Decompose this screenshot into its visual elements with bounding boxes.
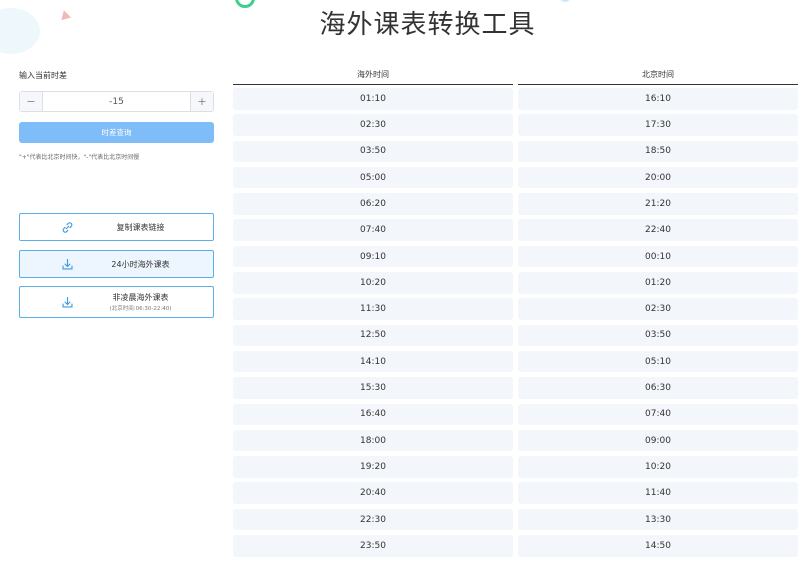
page-title: 海外课表转换工具 xyxy=(319,10,536,40)
overseas-time-cell: 19:20 xyxy=(233,456,513,478)
overseas-time-cell: 16:40 xyxy=(233,403,513,426)
table-row: 05:00 20:00 xyxy=(233,165,798,191)
overseas-time-cell: 23:50 xyxy=(233,535,513,557)
beijing-time-cell: 02:30 xyxy=(518,298,798,320)
table-row: 23:50 14:50 xyxy=(233,533,798,559)
beijing-time-cell: 09:00 xyxy=(518,429,798,452)
header-beijing-time: 北京时间 xyxy=(518,66,798,85)
offset-hint: "+"代表比北京时间快，"-"代表比北京时间慢 xyxy=(19,154,140,161)
table-header: 海外时间 北京时间 xyxy=(233,66,798,85)
table-row: 03:50 18:50 xyxy=(233,139,798,165)
overseas-time-cell: 20:40 xyxy=(233,482,513,504)
download-night-subtitle: (北京时间:06:30-22:40) xyxy=(109,306,172,312)
beijing-time-cell: 05:10 xyxy=(518,350,798,373)
increment-button[interactable]: + xyxy=(190,92,213,111)
beijing-time-cell: 21:20 xyxy=(518,193,798,215)
overseas-time-cell: 06:20 xyxy=(233,193,513,215)
table-row: 16:40 07:40 xyxy=(233,402,798,428)
beijing-time-cell: 18:50 xyxy=(518,140,798,163)
offset-stepper: − + xyxy=(19,91,214,112)
beijing-time-cell: 03:50 xyxy=(518,324,798,347)
table-row: 11:30 02:30 xyxy=(233,296,798,322)
table-row: 06:20 21:20 xyxy=(233,191,798,217)
beijing-time-cell: 20:00 xyxy=(518,166,798,189)
overseas-time-cell: 07:40 xyxy=(233,219,513,241)
beijing-time-cell: 01:20 xyxy=(518,272,798,294)
overseas-time-cell: 10:20 xyxy=(233,272,513,294)
download-24h-label: 24小时海外课表 xyxy=(111,259,170,269)
download-24h-button[interactable]: 24小时海外课表 xyxy=(19,250,214,278)
beijing-time-cell: 11:40 xyxy=(518,482,798,504)
beijing-time-cell: 17:30 xyxy=(518,114,798,136)
overseas-time-cell: 11:30 xyxy=(233,298,513,320)
query-button[interactable]: 时差查询 xyxy=(19,122,214,143)
offset-input[interactable] xyxy=(43,92,190,111)
decorative-dot xyxy=(560,0,570,2)
overseas-time-cell: 14:10 xyxy=(233,350,513,373)
overseas-time-cell: 09:10 xyxy=(233,245,513,268)
beijing-time-cell: 07:40 xyxy=(518,403,798,426)
left-panel: 输入当前时差 − + 时差查询 "+"代表比北京时间快，"-"代表比北京时间慢 … xyxy=(19,70,214,318)
copy-link-button[interactable]: 复制课表链接 xyxy=(19,213,214,241)
copy-link-label: 复制课表链接 xyxy=(116,222,165,232)
overseas-time-cell: 12:50 xyxy=(233,324,513,347)
overseas-time-cell: 02:30 xyxy=(233,114,513,136)
decrement-button[interactable]: − xyxy=(20,92,43,111)
beijing-time-cell: 16:10 xyxy=(518,88,798,110)
table-row: 19:20 10:20 xyxy=(233,454,798,480)
beijing-time-cell: 00:10 xyxy=(518,245,798,268)
table-row: 12:50 03:50 xyxy=(233,323,798,349)
beijing-time-cell: 10:20 xyxy=(518,456,798,478)
schedule-table: 海外时间 北京时间 01:10 16:10 02:30 17:30 03:50 18:50… xyxy=(233,66,798,559)
decorative-blob xyxy=(0,8,40,54)
overseas-time-cell: 15:30 xyxy=(233,377,513,399)
table-row: 18:00 09:00 xyxy=(233,428,798,454)
table-row: 02:30 17:30 xyxy=(233,112,798,138)
download-night-label: 非凌晨海外课表 (北京时间:06:30-22:40) xyxy=(68,292,213,312)
table-row: 15:30 06:30 xyxy=(233,375,798,401)
download-night-button[interactable]: 非凌晨海外课表 (北京时间:06:30-22:40) xyxy=(19,286,214,318)
table-row: 09:10 00:10 xyxy=(233,244,798,270)
overseas-time-cell: 18:00 xyxy=(233,429,513,452)
beijing-time-cell: 13:30 xyxy=(518,508,798,531)
table-row: 10:20 01:20 xyxy=(233,270,798,296)
table-row: 07:40 22:40 xyxy=(233,217,798,243)
beijing-time-cell: 14:50 xyxy=(518,535,798,557)
overseas-time-cell: 03:50 xyxy=(233,140,513,163)
header-overseas-time: 海外时间 xyxy=(233,66,513,85)
table-row: 14:10 05:10 xyxy=(233,349,798,375)
overseas-time-cell: 22:30 xyxy=(233,508,513,531)
download-night-title: 非凌晨海外课表 xyxy=(112,293,169,302)
offset-label: 输入当前时差 xyxy=(19,71,67,80)
table-row: 20:40 11:40 xyxy=(233,480,798,506)
beijing-time-cell: 22:40 xyxy=(518,219,798,241)
beijing-time-cell: 06:30 xyxy=(518,377,798,399)
table-row: 22:30 13:30 xyxy=(233,507,798,533)
overseas-time-cell: 05:00 xyxy=(233,166,513,189)
table-body: 01:10 16:10 02:30 17:30 03:50 18:50 05:00 20:00… xyxy=(233,86,798,559)
table-row: 01:10 16:10 xyxy=(233,86,798,112)
overseas-time-cell: 01:10 xyxy=(233,88,513,110)
